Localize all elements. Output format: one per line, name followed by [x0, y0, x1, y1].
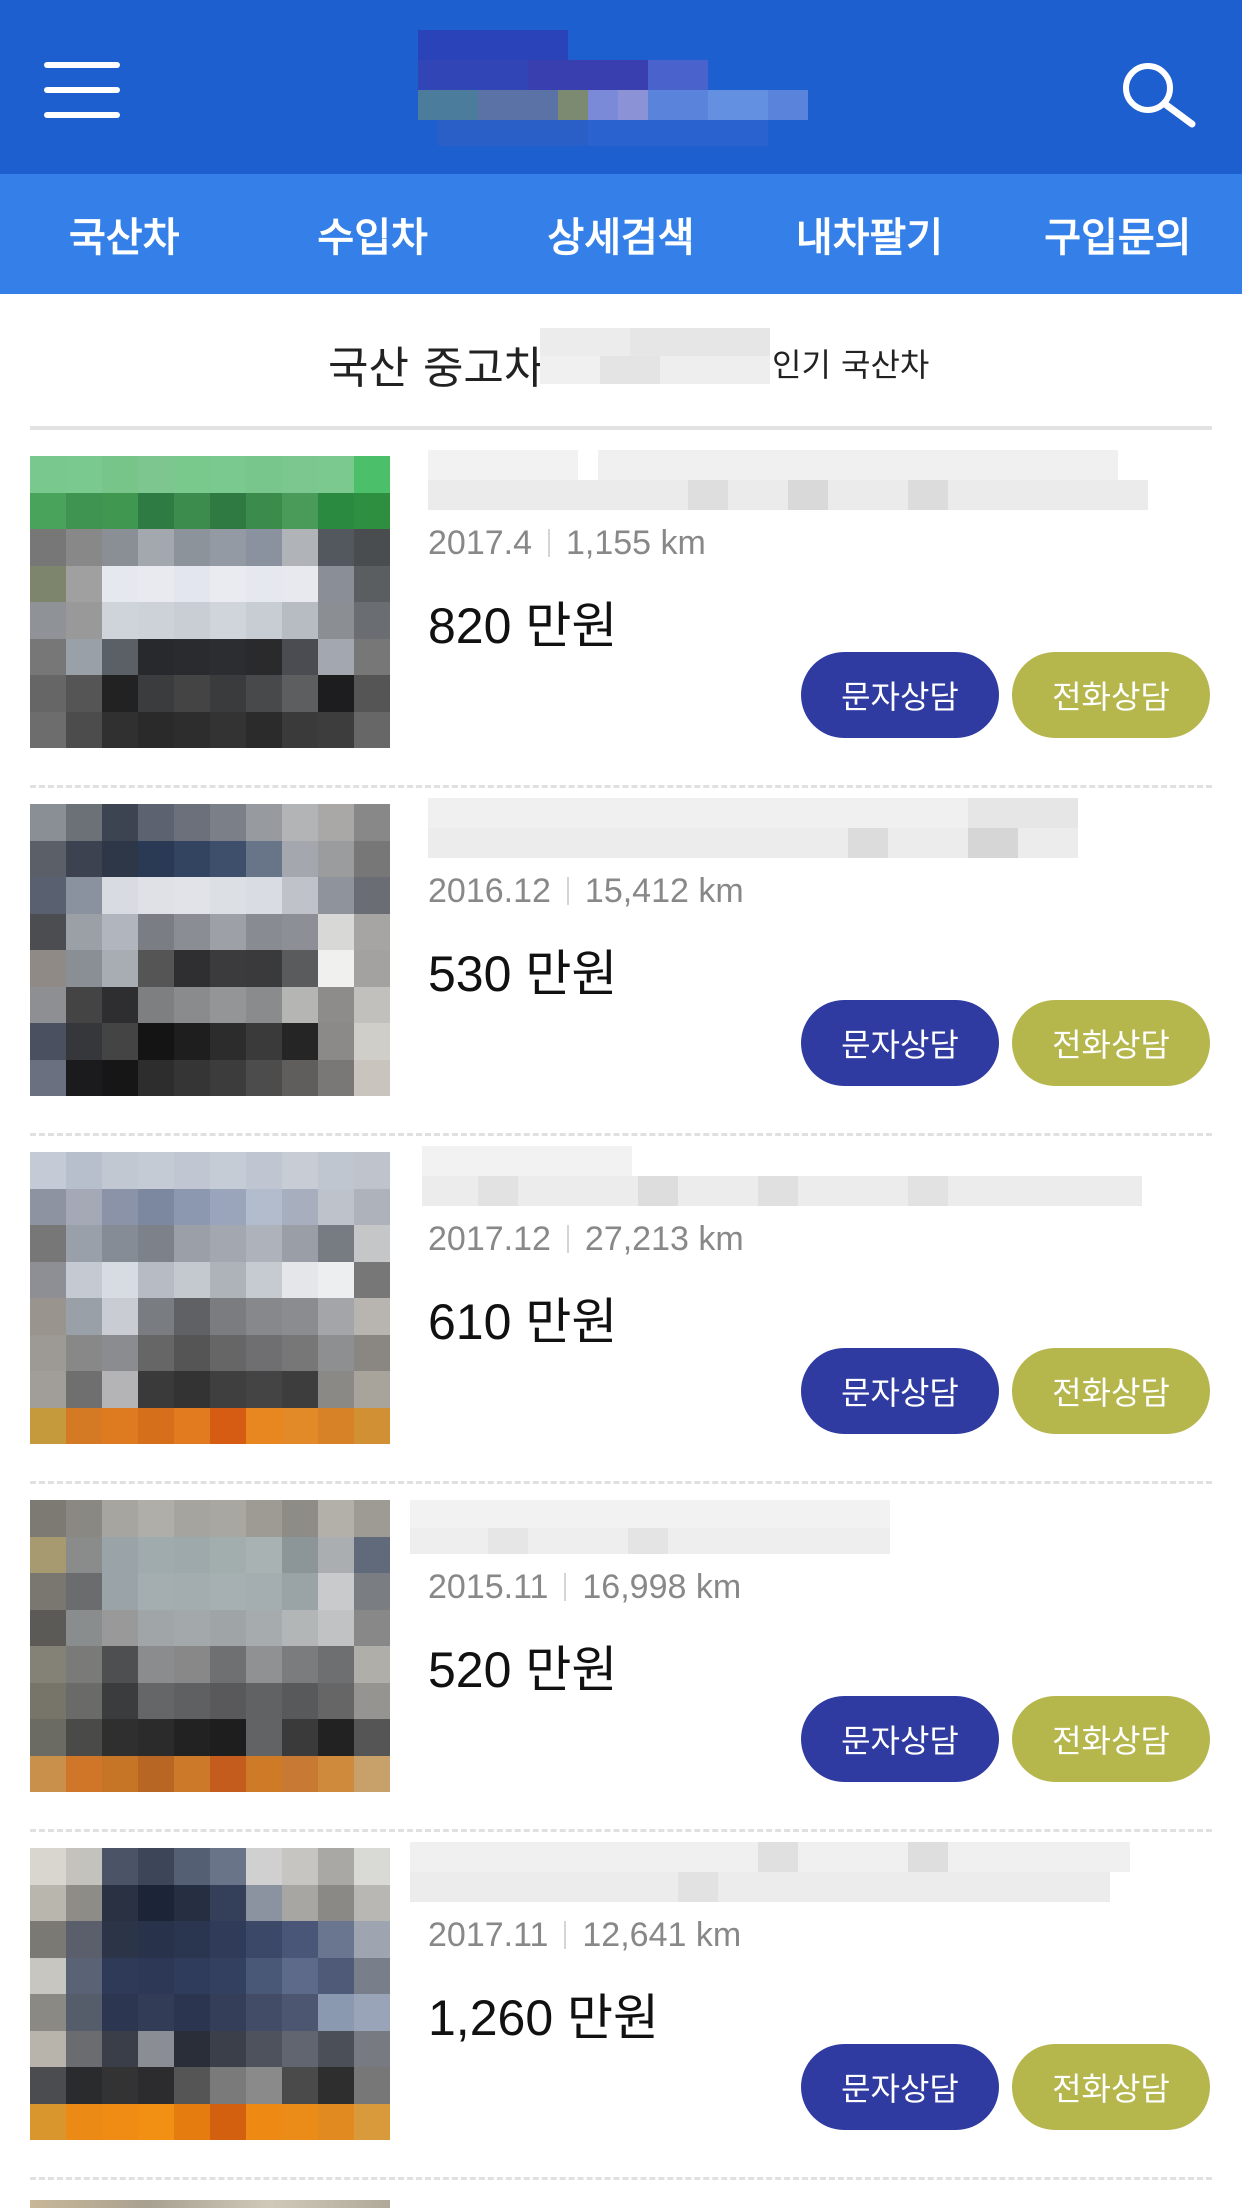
model-year: 2016.12	[428, 872, 551, 910]
listing-item[interactable]: 2015.11 16,998 km 520 만원 문자상담 전화상담	[30, 1484, 1212, 1832]
listing-divider	[30, 2177, 1212, 2180]
mileage: 15,412 km	[584, 872, 744, 910]
mileage: 1,155 km	[566, 524, 706, 562]
section-title: 국산 중고차	[328, 343, 545, 394]
mileage: 27,213 km	[584, 1220, 744, 1258]
car-thumbnail-partial[interactable]	[30, 2200, 390, 2208]
car-meta: 2016.12 15,412 km	[428, 872, 744, 911]
section-subtitle: 인기 국산차	[772, 346, 930, 384]
redacted-text	[540, 328, 770, 384]
car-meta: 2015.11 16,998 km	[428, 1568, 741, 1607]
car-meta: 2017.4 1,155 km	[428, 524, 706, 563]
call-consult-button[interactable]: 전화상담	[1012, 2044, 1210, 2130]
redacted-car-name	[422, 1144, 1148, 1206]
sms-consult-button[interactable]: 문자상담	[801, 1348, 999, 1434]
tab-sell-my-car[interactable]: 내차팔기	[745, 174, 993, 294]
redacted-car-name	[428, 448, 1148, 510]
tab-detailed-search[interactable]: 상세검색	[497, 174, 745, 294]
tab-imported[interactable]: 수입차	[248, 174, 496, 294]
mileage: 12,641 km	[582, 1916, 742, 1954]
call-consult-button[interactable]: 전화상담	[1012, 1696, 1210, 1782]
redacted-car-name	[410, 1840, 1148, 1902]
car-thumbnail[interactable]	[30, 456, 390, 748]
section-divider	[30, 426, 1212, 430]
model-year: 2017.11	[428, 1916, 549, 1954]
car-thumbnail[interactable]	[30, 1848, 390, 2140]
section-header: 국산 중고차 인기 국산차	[0, 294, 1242, 428]
mileage: 16,998 km	[582, 1568, 742, 1606]
redacted-car-name	[428, 796, 1148, 858]
car-price: 1,260 만원	[428, 1990, 660, 2046]
brand-logo[interactable]	[378, 26, 868, 154]
call-consult-button[interactable]: 전화상담	[1012, 652, 1210, 738]
tab-domestic[interactable]: 국산차	[0, 174, 248, 294]
listing-item[interactable]: 2017.4 1,155 km 820 만원 문자상담 전화상담	[30, 440, 1212, 788]
tab-purchase-inquiry[interactable]: 구입문의	[994, 174, 1242, 294]
car-price: 820 만원	[428, 598, 618, 654]
sms-consult-button[interactable]: 문자상담	[801, 2044, 999, 2130]
call-consult-button[interactable]: 전화상담	[1012, 1000, 1210, 1086]
hamburger-menu-icon[interactable]	[44, 62, 120, 118]
car-price: 520 만원	[428, 1642, 618, 1698]
model-year: 2017.4	[428, 524, 532, 562]
car-meta: 2017.12 27,213 km	[428, 1220, 744, 1259]
category-nav: 국산차 수입차 상세검색 내차팔기 구입문의	[0, 174, 1242, 294]
car-thumbnail[interactable]	[30, 1500, 390, 1792]
call-consult-button[interactable]: 전화상담	[1012, 1348, 1210, 1434]
listing-item[interactable]: 2016.12 15,412 km 530 만원 문자상담 전화상담	[30, 788, 1212, 1136]
search-icon[interactable]	[1118, 58, 1198, 128]
listing-item[interactable]: 2017.12 27,213 km 610 만원 문자상담 전화상담	[30, 1136, 1212, 1484]
car-thumbnail[interactable]	[30, 1152, 390, 1444]
listing-item[interactable]: 2017.11 12,641 km 1,260 만원 문자상담 전화상담	[30, 1832, 1212, 2180]
car-price: 530 만원	[428, 946, 618, 1002]
sms-consult-button[interactable]: 문자상담	[801, 652, 999, 738]
redacted-car-name	[410, 1492, 1148, 1554]
app-header	[0, 0, 1242, 174]
sms-consult-button[interactable]: 문자상담	[801, 1000, 999, 1086]
model-year: 2015.11	[428, 1568, 549, 1606]
car-price: 610 만원	[428, 1294, 618, 1350]
car-meta: 2017.11 12,641 km	[428, 1916, 741, 1955]
model-year: 2017.12	[428, 1220, 551, 1258]
car-thumbnail[interactable]	[30, 804, 390, 1096]
sms-consult-button[interactable]: 문자상담	[801, 1696, 999, 1782]
